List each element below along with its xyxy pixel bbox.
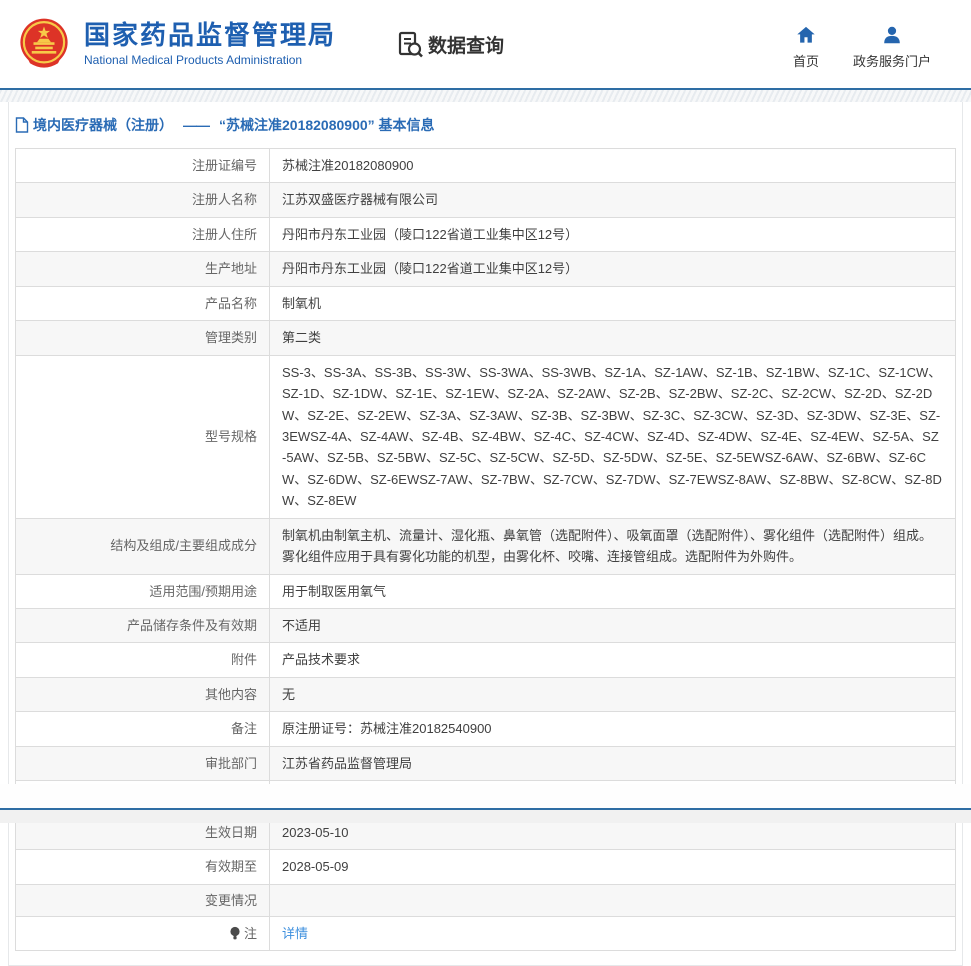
bulb-note-icon	[229, 926, 241, 941]
field-label: 型号规格	[16, 356, 270, 518]
field-label: 管理类别	[16, 321, 270, 354]
brand[interactable]: 国家药品监督管理局 National Medical Products Admi…	[16, 16, 336, 72]
table-row: 注册人名称 江苏双盛医疗器械有限公司	[16, 183, 955, 217]
nav-item-portal[interactable]: 政务服务门户	[853, 24, 931, 70]
brand-text: 国家药品监督管理局 National Medical Products Admi…	[84, 21, 336, 67]
footer-band	[0, 810, 971, 823]
home-icon	[795, 24, 817, 46]
stripe-band	[0, 90, 971, 102]
field-value: 2028-05-09	[270, 850, 955, 883]
field-label: 产品储存条件及有效期	[16, 609, 270, 642]
field-label: 其他内容	[16, 678, 270, 711]
field-value: 制氧机	[270, 287, 955, 320]
data-query-tab[interactable]: 数据查询	[396, 30, 504, 58]
field-label: 注册证编号	[16, 149, 270, 182]
registration-info-table: 注册证编号 苏械注准20182080900 注册人名称 江苏双盛医疗器械有限公司…	[15, 148, 956, 951]
field-label: 审批部门	[16, 747, 270, 780]
field-label: 备注	[16, 712, 270, 745]
field-value: 用于制取医用氧气	[270, 575, 955, 608]
nav-portal-label: 政务服务门户	[853, 51, 931, 70]
site-subtitle: National Medical Products Administration	[84, 53, 336, 67]
page-header: 国家药品监督管理局 National Medical Products Admi…	[0, 0, 971, 88]
content-card: 境内医疗器械（注册） —— “苏械注准20182080900” 基本信息 注册证…	[8, 102, 963, 966]
breadcrumb-section[interactable]: 境内医疗器械（注册）	[33, 115, 173, 135]
table-row: 结构及组成/主要组成成分 制氧机由制氧主机、流量计、湿化瓶、鼻氧管（选配附件）、…	[16, 519, 955, 575]
national-emblem-logo	[16, 16, 72, 72]
field-value: SS-3、SS-3A、SS-3B、SS-3W、SS-3WA、SS-3WB、SZ-…	[270, 356, 955, 518]
table-row: 备注 原注册证号：苏械注准20182540900	[16, 712, 955, 746]
footer-gap	[0, 784, 971, 808]
field-value: 江苏双盛医疗器械有限公司	[270, 183, 955, 216]
field-label: 结构及组成/主要组成成分	[16, 519, 270, 574]
table-row: 附件 产品技术要求	[16, 643, 955, 677]
field-value: 第二类	[270, 321, 955, 354]
table-row-note: 注 详情	[16, 917, 955, 951]
field-value: 原注册证号：苏械注准20182540900	[270, 712, 955, 745]
field-label: 注	[16, 917, 270, 950]
field-value: 详情	[270, 917, 955, 950]
nav-home-label: 首页	[793, 51, 819, 70]
table-row: 生产地址 丹阳市丹东工业园（陵口122省道工业集中区12号）	[16, 252, 955, 286]
table-row: 注册证编号 苏械注准20182080900	[16, 149, 955, 183]
field-label: 变更情况	[16, 885, 270, 917]
field-value: 丹阳市丹东工业园（陵口122省道工业集中区12号）	[270, 218, 955, 251]
breadcrumb: 境内医疗器械（注册） —— “苏械注准20182080900” 基本信息	[9, 102, 962, 146]
field-value: 制氧机由制氧主机、流量计、湿化瓶、鼻氧管（选配附件）、吸氧面罩（选配附件）、雾化…	[270, 519, 955, 574]
table-row: 审批部门 江苏省药品监督管理局	[16, 747, 955, 781]
field-value: 苏械注准20182080900	[270, 149, 955, 182]
field-label: 生产地址	[16, 252, 270, 285]
footer-area	[0, 784, 971, 823]
breadcrumb-dash: ——	[183, 117, 209, 133]
table-row: 管理类别 第二类	[16, 321, 955, 355]
field-value: 无	[270, 678, 955, 711]
data-query-label: 数据查询	[428, 31, 504, 58]
site-title: 国家药品监督管理局	[84, 21, 336, 51]
field-label: 有效期至	[16, 850, 270, 883]
top-nav: 首页 政务服务门户	[793, 24, 951, 70]
document-icon	[15, 117, 29, 133]
table-row: 型号规格 SS-3、SS-3A、SS-3B、SS-3W、SS-3WA、SS-3W…	[16, 356, 955, 519]
table-row: 变更情况	[16, 885, 955, 918]
table-row: 注册人住所 丹阳市丹东工业园（陵口122省道工业集中区12号）	[16, 218, 955, 252]
nav-item-home[interactable]: 首页	[793, 24, 819, 70]
field-value	[270, 885, 955, 917]
field-label: 附件	[16, 643, 270, 676]
field-value: 产品技术要求	[270, 643, 955, 676]
field-label: 注册人名称	[16, 183, 270, 216]
field-label: 产品名称	[16, 287, 270, 320]
field-value: 不适用	[270, 609, 955, 642]
document-search-icon	[396, 30, 424, 58]
table-row: 其他内容 无	[16, 678, 955, 712]
field-label: 适用范围/预期用途	[16, 575, 270, 608]
table-row: 产品储存条件及有效期 不适用	[16, 609, 955, 643]
field-value: 江苏省药品监督管理局	[270, 747, 955, 780]
table-row: 适用范围/预期用途 用于制取医用氧气	[16, 575, 955, 609]
breadcrumb-detail: “苏械注准20182080900” 基本信息	[219, 115, 435, 135]
field-label: 注册人住所	[16, 218, 270, 251]
detail-link[interactable]: 详情	[282, 923, 308, 944]
user-icon	[881, 24, 903, 46]
table-row: 产品名称 制氧机	[16, 287, 955, 321]
table-row: 有效期至 2028-05-09	[16, 850, 955, 884]
field-value: 丹阳市丹东工业园（陵口122省道工业集中区12号）	[270, 252, 955, 285]
